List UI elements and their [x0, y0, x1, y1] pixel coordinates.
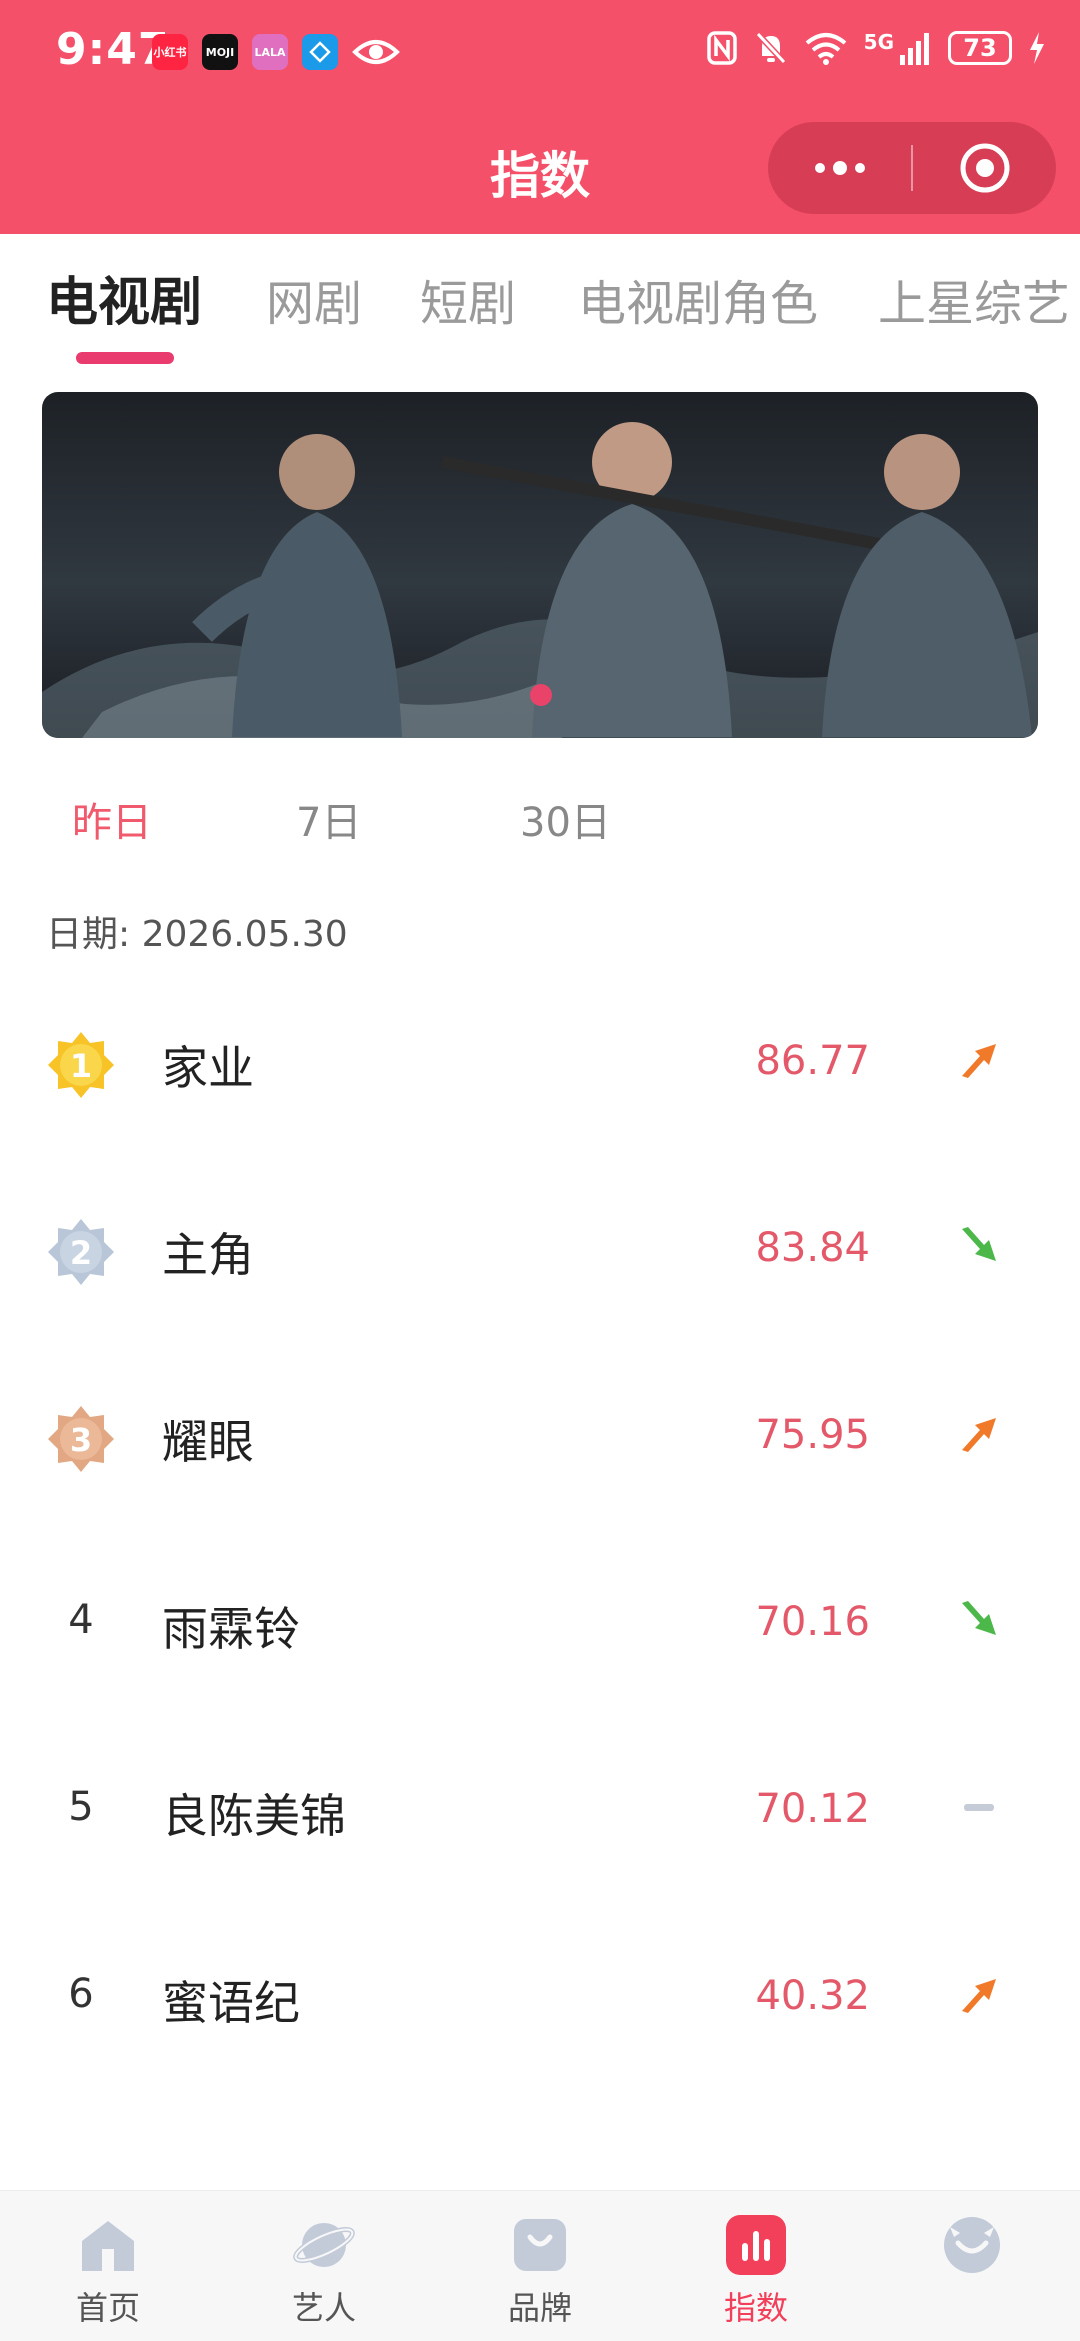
signal-icon: [900, 33, 929, 65]
rank-number: 6: [68, 1971, 94, 2017]
period-tab-30-days[interactable]: 30日: [520, 790, 611, 848]
nav-artists[interactable]: 艺人: [254, 2213, 394, 2329]
index-score: 83.84: [755, 1225, 870, 1271]
shopping-bag-icon: [514, 2219, 566, 2271]
index-score: 70.12: [755, 1786, 870, 1832]
index-score: 75.95: [755, 1412, 870, 1458]
target-close-icon: [960, 143, 1009, 193]
tab-web-drama[interactable]: 网剧: [266, 264, 362, 334]
top-header: 9:47 小红书 MOJI LALA 5G 73 指数: [0, 0, 1080, 234]
trend-down-icon: [962, 1227, 996, 1261]
category-tabs: 电视剧 网剧 短剧 电视剧角色 上星综艺: [0, 250, 1080, 370]
network-type: 5G: [863, 30, 894, 54]
drama-name: 主角: [162, 1228, 254, 1282]
nav-profile[interactable]: [902, 2213, 1042, 2283]
ranking-row[interactable]: 6 蜜语纪 40.32: [0, 1945, 1080, 2065]
index-score: 40.32: [755, 1973, 870, 2019]
nav-brands[interactable]: 品牌: [470, 2213, 610, 2329]
profile-icon: [944, 2217, 1000, 2273]
tab-tv-drama-roles[interactable]: 电视剧角色: [578, 264, 818, 334]
rank-number: 5: [68, 1784, 94, 1830]
trend-up-icon: [962, 1418, 996, 1452]
date-line: 日期: 2026.05.30: [46, 905, 348, 957]
eye-icon: [352, 40, 400, 64]
tab-satellite-variety[interactable]: 上星综艺: [878, 264, 1070, 334]
nav-label: 品牌: [507, 2289, 572, 2327]
tab-short-drama[interactable]: 短剧: [420, 264, 516, 334]
status-bar: 9:47 小红书 MOJI LALA 5G 73: [0, 0, 1080, 105]
period-tab-7-days[interactable]: 7日: [296, 790, 361, 848]
ranking-row[interactable]: 4 雨霖铃 70.16: [0, 1571, 1080, 1691]
date-label: 日期:: [46, 914, 131, 955]
silver-medal-icon: 2: [48, 1219, 114, 1285]
nav-label: 艺人: [291, 2289, 356, 2327]
tab-tv-drama[interactable]: 电视剧: [46, 260, 202, 335]
date-value: 2026.05.30: [141, 914, 348, 955]
gold-medal-icon: 1: [48, 1032, 114, 1098]
ranking-row[interactable]: 3 耀眼 75.95: [0, 1384, 1080, 1504]
nav-index[interactable]: 指数: [686, 2213, 826, 2329]
home-icon: [82, 2221, 134, 2271]
drama-name: 家业: [162, 1041, 254, 1095]
rank-number: 1: [70, 1047, 92, 1085]
close-miniprogram-button[interactable]: [913, 122, 1056, 214]
drama-name: 雨霖铃: [162, 1602, 300, 1656]
system-icons: 5G 73: [706, 30, 1046, 66]
drama-name: 耀眼: [162, 1415, 254, 1469]
rank-number: 2: [70, 1234, 92, 1272]
trend-flat-icon: [964, 1804, 994, 1811]
notification-icons: 小红书 MOJI LALA: [152, 34, 400, 70]
trend-up-icon: [962, 1979, 996, 2013]
drama-name: 蜜语纪: [162, 1976, 300, 2030]
charging-icon: [1030, 32, 1044, 64]
xiaohongshu-app-icon: 小红书: [152, 34, 188, 70]
browser-app-icon: [302, 34, 338, 70]
trend-down-icon: [962, 1601, 996, 1635]
period-tab-yesterday[interactable]: 昨日: [72, 790, 152, 848]
drama-name: 良陈美锦: [162, 1789, 346, 1843]
battery-indicator: 73: [948, 31, 1012, 65]
nav-home[interactable]: 首页: [38, 2213, 178, 2329]
mini-program-capsule: [768, 122, 1056, 214]
ranking-row[interactable]: 1 家业 86.77: [0, 1010, 1080, 1130]
bar-chart-icon: [726, 2215, 786, 2275]
index-score: 70.16: [755, 1599, 870, 1645]
rank-number: 3: [70, 1421, 92, 1459]
trend-up-icon: [962, 1044, 996, 1078]
planet-icon: [293, 2223, 355, 2267]
wifi-icon: [805, 33, 846, 65]
more-dots-icon: [814, 161, 865, 175]
nav-label: 指数: [723, 2289, 788, 2327]
active-tab-indicator: [76, 352, 174, 364]
bronze-medal-icon: 3: [48, 1406, 114, 1472]
lala-app-icon: LALA: [252, 34, 288, 70]
bottom-navigation: 首页 艺人 品牌 指数: [0, 2190, 1080, 2341]
nfc-icon: [706, 31, 737, 65]
ranking-row[interactable]: 2 主角 83.84: [0, 1197, 1080, 1317]
carousel-indicator: [530, 684, 552, 706]
rank-number: 4: [68, 1597, 94, 1643]
index-score: 86.77: [755, 1038, 870, 1084]
nav-label: 首页: [75, 2289, 140, 2327]
moji-app-icon: MOJI: [202, 34, 238, 70]
mute-bell-icon: [755, 31, 786, 65]
more-button[interactable]: [768, 122, 911, 214]
ranking-row[interactable]: 5 良陈美锦 70.12: [0, 1758, 1080, 1878]
